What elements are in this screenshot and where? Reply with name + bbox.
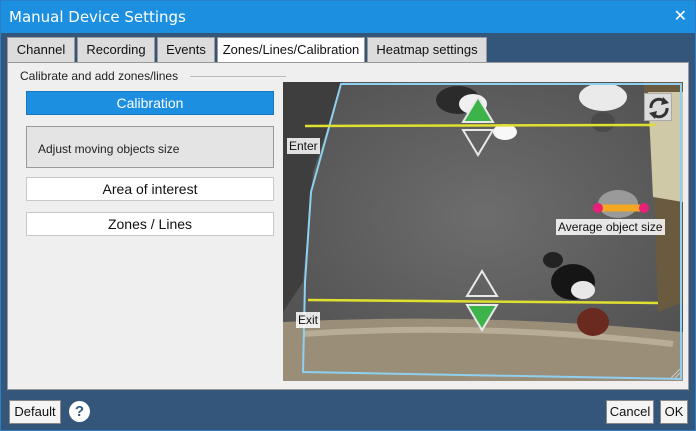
person-bottom-hair [577,308,609,336]
group-label: Calibrate and add zones/lines [20,69,179,83]
tab-zones-lines-calibration[interactable]: Zones/Lines/Calibration [217,37,365,64]
tab-events[interactable]: Events [157,37,215,63]
average-size-handle-left[interactable] [593,203,603,213]
title-bar: Manual Device Settings ✕ [1,1,695,33]
area-of-interest-button[interactable]: Area of interest [26,177,274,201]
tab-channel[interactable]: Channel [7,37,75,63]
person-top-right-legs [591,112,615,132]
cancel-button[interactable]: Cancel [606,400,654,424]
tab-heatmap-settings[interactable]: Heatmap settings [367,37,487,63]
manual-device-settings-window: Manual Device Settings ✕ Channel Recordi… [0,0,696,431]
camera-view[interactable]: Enter Exit Average object size [283,82,683,381]
calibration-button[interactable]: Calibration [26,91,274,115]
window-title: Manual Device Settings [9,8,186,26]
help-icon[interactable]: ? [69,401,90,422]
calibration-description: Adjust moving objects size [26,126,274,168]
person-bottom-arm [543,252,563,268]
default-button[interactable]: Default [9,400,61,424]
average-size-handle-right[interactable] [639,203,649,213]
tab-recording[interactable]: Recording [77,37,155,63]
zones-lines-button[interactable]: Zones / Lines [26,212,274,236]
person-bottom-head [571,281,595,299]
enter-label: Enter [287,138,320,154]
person-middle [598,190,638,218]
exit-label: Exit [296,312,321,328]
average-object-size-label: Average object size [556,219,665,235]
rotate-icon[interactable] [644,93,672,121]
close-icon[interactable]: ✕ [674,6,687,26]
enter-line[interactable] [304,123,656,128]
tab-content-panel: Calibrate and add zones/lines Calibratio… [7,62,689,390]
person-top-right [579,83,627,111]
ok-button[interactable]: OK [660,400,688,424]
group-divider [190,76,286,77]
